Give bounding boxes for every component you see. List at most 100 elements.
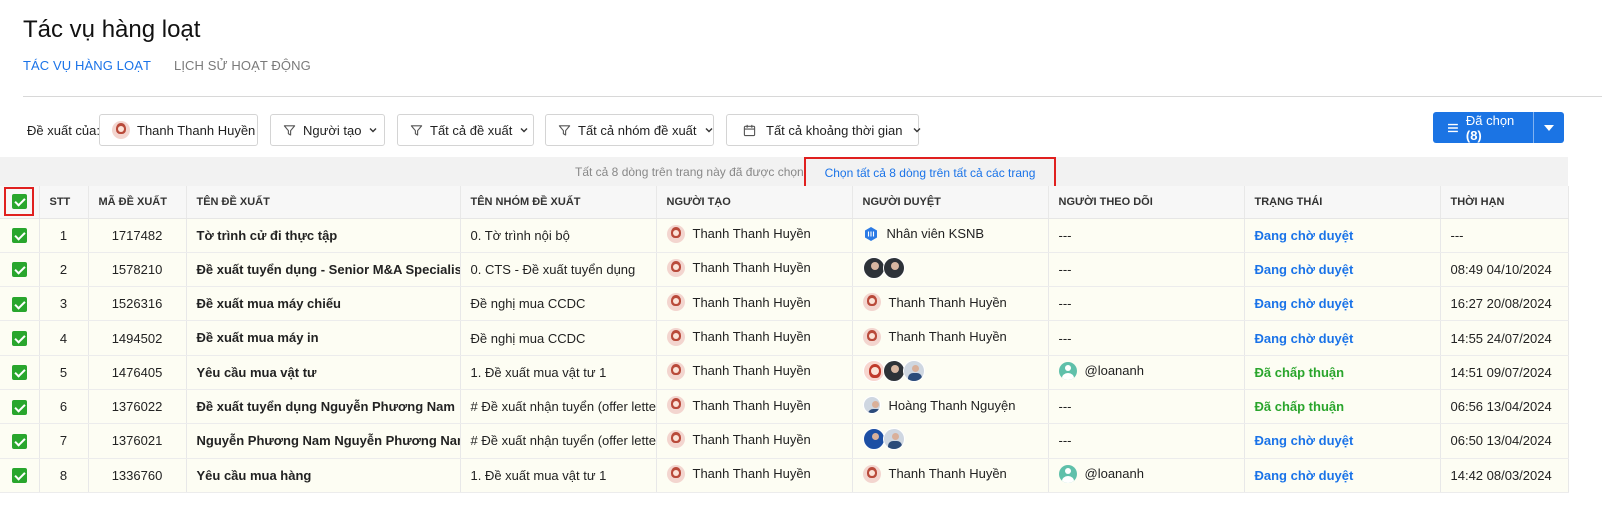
col-header-group[interactable]: TÊN NHÓM ĐỀ XUẤT [460,186,657,219]
avatar [666,361,685,380]
row-name[interactable]: Yêu cầu mua hàng [186,458,461,493]
row-deadline: --- [1440,218,1569,253]
user-icon [1058,361,1077,380]
row-approver-cell [852,423,1049,459]
row-approver-cell [852,355,1049,390]
row-name[interactable]: Đề xuất tuyển dụng - Senior M&A Speciali… [186,252,461,288]
row-approver: Thanh Thanh Huyền [888,294,1007,310]
row-creator-cell: Thanh Thanh Huyền [656,355,853,390]
table-row[interactable]: 8 1336760 Yêu cầu mua hàng 1. Đề xuất mu… [0,458,1569,493]
row-group: 1. Đề xuất mua vật tư 1 [460,458,657,493]
row-checkbox[interactable] [11,331,27,347]
tab-activity-history[interactable]: LỊCH SỬ HOẠT ĐỘNG [174,58,311,87]
table-row[interactable]: 7 1376021 Nguyễn Phương Nam Nguyễn Phươn… [0,423,1569,459]
row-deadline: 08:49 04/10/2024 [1440,252,1569,288]
row-code: 1376021 [88,423,187,459]
col-header-name[interactable]: TÊN ĐỀ XUẤT [186,186,461,219]
row-status: Đang chờ duyệt [1244,286,1441,322]
row-checkbox[interactable] [11,468,27,484]
row-creator: Thanh Thanh Huyền [692,226,811,242]
row-group: 0. Tờ trình nội bộ [460,218,657,253]
chevron-down-icon [913,128,921,133]
row-creator-cell: Thanh Thanh Huyền [656,286,853,322]
row-checkbox[interactable] [11,228,27,244]
chevron-down-icon [705,128,713,133]
row-checkbox-cell [0,458,40,493]
row-name[interactable]: Đề xuất mua máy chiếu [186,286,461,322]
row-name[interactable]: Đề xuất tuyển dụng Nguyễn Phương Nam [186,389,461,425]
row-checkbox-cell [0,252,40,288]
row-checkbox[interactable] [11,399,27,415]
all-proposals-filter-button[interactable]: Tất cả đề xuất [397,114,534,146]
row-follower: --- [1048,320,1245,356]
row-checkbox[interactable] [11,365,27,381]
selection-banner: Tất cả 8 dòng trên trang này đã được chọ… [0,157,1568,186]
row-checkbox-cell [0,286,40,322]
row-deadline: 14:42 08/03/2024 [1440,458,1569,493]
row-name[interactable]: Yêu cầu mua vật tư [186,355,461,390]
col-header-code[interactable]: MÃ ĐỀ XUẤT [88,186,187,219]
col-header-creator[interactable]: NGƯỜI TẠO [656,186,853,219]
selected-actions-dropdown[interactable] [1533,112,1564,143]
approver-avatar [882,359,905,382]
time-range-label: Tất cả khoảng thời gian [766,122,903,138]
row-status: Đang chờ duyệt [1244,320,1441,356]
row-checkbox[interactable] [11,433,27,449]
avatar [666,464,685,483]
row-group: # Đề xuất nhận tuyển (offer letter) [460,389,657,425]
table-row[interactable]: 3 1526316 Đề xuất mua máy chiếu Đề nghị … [0,286,1569,322]
filter-icon [410,124,423,136]
table-row[interactable]: 1 1717482 Tờ trình cử đi thực tập 0. Tờ … [0,218,1569,253]
owner-filter-button[interactable]: Thanh Thanh Huyền [99,114,258,146]
select-all-pages-link[interactable]: Chọn tất cả 8 dòng trên tất cả các trang [804,157,1056,188]
row-creator: Thanh Thanh Huyền [692,466,811,482]
row-status: Đã chấp thuận [1244,355,1441,390]
row-deadline: 14:51 09/07/2024 [1440,355,1569,390]
row-creator: Thanh Thanh Huyền [692,294,811,310]
avatar [862,464,881,483]
all-groups-filter-button[interactable]: Tất cả nhóm đề xuất [545,114,714,146]
tab-bulk-actions[interactable]: TÁC VỤ HÀNG LOẠT [23,58,151,87]
row-checkbox[interactable] [11,296,27,312]
avatar [666,258,685,277]
selected-actions-main[interactable]: Đã chọn (8) [1433,113,1533,143]
select-all-checkbox[interactable] [11,194,27,210]
page-title: Tác vụ hàng loạt [23,16,201,43]
col-header-deadline[interactable]: THỜI HẠN [1440,186,1569,219]
row-creator: Thanh Thanh Huyền [692,431,811,447]
selected-actions-button[interactable]: Đã chọn (8) [1433,112,1564,143]
table-row[interactable]: 2 1578210 Đề xuất tuyển dụng - Senior M&… [0,252,1569,288]
row-deadline: 06:50 13/04/2024 [1440,423,1569,459]
col-header-follower[interactable]: NGƯỜI THEO DÕI [1048,186,1245,219]
row-follower: @loananh [1084,466,1144,482]
row-approver-cell: Hoàng Thanh Nguyện [852,389,1049,425]
col-header-approver[interactable]: NGƯỜI DUYỆT [852,186,1049,219]
table-row[interactable]: 5 1476405 Yêu cầu mua vật tư 1. Đề xuất … [0,355,1569,390]
filter-label: Đề xuất của: [27,123,100,138]
col-header-stt[interactable]: STT [39,186,89,219]
row-checkbox-cell [0,320,40,356]
row-follower: --- [1048,286,1245,322]
time-range-filter-button[interactable]: Tất cả khoảng thời gian [726,114,921,146]
table-row[interactable]: 6 1376022 Đề xuất tuyển dụng Nguyễn Phươ… [0,389,1569,425]
row-name[interactable]: Đề xuất mua máy in [186,320,461,356]
creator-filter-button[interactable]: Người tạo [270,114,385,146]
row-code: 1336760 [88,458,187,493]
row-creator: Thanh Thanh Huyền [692,397,811,413]
row-creator: Thanh Thanh Huyền [692,260,811,276]
row-approver-cell [852,252,1049,288]
tabs-divider [23,96,1602,97]
row-deadline: 06:56 13/04/2024 [1440,389,1569,425]
selection-banner-text: Tất cả 8 dòng trên trang này đã được chọ… [575,165,804,179]
all-groups-label: Tất cả nhóm đề xuất [578,122,697,138]
row-status: Đã chấp thuận [1244,389,1441,425]
table-row[interactable]: 4 1494502 Đề xuất mua máy in Đề nghị mua… [0,320,1569,356]
row-group: 1. Đề xuất mua vật tư 1 [460,355,657,390]
creator-filter-label: Người tạo [303,122,362,138]
menu-lines-icon [1447,123,1458,132]
avatar [862,293,881,312]
col-header-status[interactable]: TRẠNG THÁI [1244,186,1441,219]
row-name[interactable]: Nguyễn Phương Nam Nguyễn Phương Nam [186,423,461,459]
row-checkbox[interactable] [11,262,27,278]
row-name[interactable]: Tờ trình cử đi thực tập [186,218,461,253]
